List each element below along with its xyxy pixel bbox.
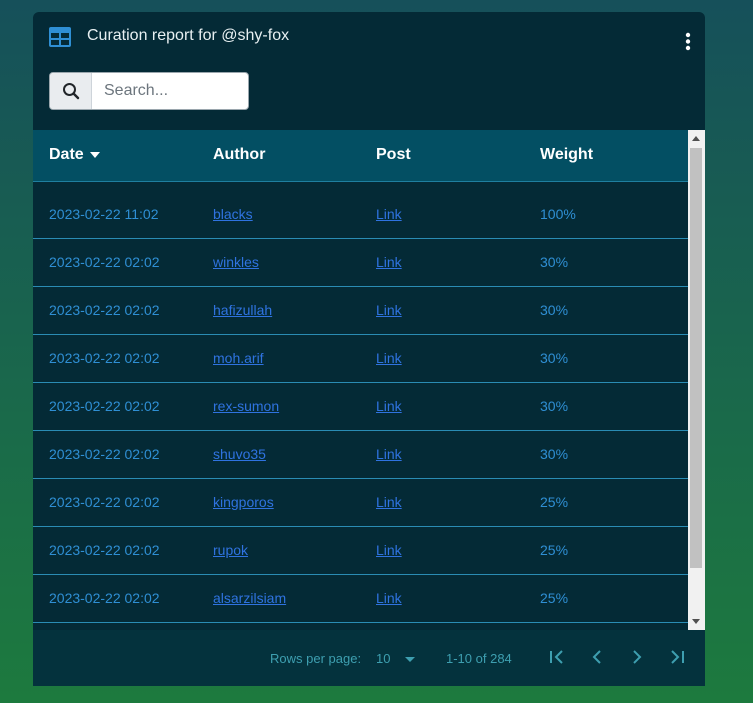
date-cell: 2023-02-22 02:02 (49, 398, 160, 414)
rows-per-page-label: Rows per page: (270, 651, 362, 666)
search-button[interactable] (50, 73, 92, 109)
post-link[interactable]: Link (376, 542, 402, 558)
table-row: 2023-02-22 02:02 hafizullah Link 30% (33, 287, 688, 335)
weight-cell: 25% (540, 494, 569, 510)
pagination-footer: Rows per page: 10 1-10 of 284 (33, 630, 705, 686)
post-link[interactable]: Link (376, 494, 402, 510)
author-link[interactable]: rupok (213, 542, 248, 558)
weight-cell: 30% (540, 350, 569, 366)
weight-cell: 100% (540, 206, 576, 222)
date-cell: 2023-02-22 02:02 (49, 350, 160, 366)
scroll-down-arrow-icon[interactable] (692, 619, 700, 624)
card-header: Curation report for @shy-fox (33, 12, 705, 130)
post-link[interactable]: Link (376, 350, 402, 366)
date-cell: 2023-02-22 02:02 (49, 494, 160, 510)
first-page-icon[interactable] (546, 646, 568, 668)
search-input[interactable] (92, 73, 242, 109)
column-header-label: Date (49, 146, 84, 163)
page-title: Curation report for @shy-fox (87, 27, 290, 44)
author-link[interactable]: hafizullah (213, 302, 272, 318)
curation-table: Date Author Post Weight 2023-02-22 11:02… (33, 130, 688, 630)
weight-cell: 30% (540, 254, 569, 270)
post-link[interactable]: Link (376, 398, 402, 414)
table-row: 2023-02-22 02:02 alsarzilsiam Link 25% (33, 575, 688, 623)
weight-cell: 25% (540, 542, 569, 558)
post-link[interactable]: Link (376, 590, 402, 606)
more-vertical-icon[interactable] (681, 30, 695, 54)
weight-cell: 30% (540, 302, 569, 318)
table-row: 2023-02-22 11:02 blacks Link 100% (33, 191, 688, 239)
last-page-icon[interactable] (666, 646, 688, 668)
curation-report-card: Curation report for @shy-fox Date Author… (33, 12, 705, 686)
chevron-down-icon (405, 657, 415, 662)
table-row: 2023-02-22 02:02 shuvo35 Link 30% (33, 431, 688, 479)
date-cell: 2023-02-22 02:02 (49, 302, 160, 318)
column-header-author[interactable]: Author (213, 146, 265, 164)
sort-descending-icon (89, 151, 100, 158)
table-row: 2023-02-22 02:02 kingporos Link 25% (33, 479, 688, 527)
author-link[interactable]: shuvo35 (213, 446, 266, 462)
scrollbar-thumb[interactable] (690, 148, 702, 568)
column-header-date[interactable]: Date (49, 146, 100, 164)
author-link[interactable]: moh.arif (213, 350, 264, 366)
column-header-post[interactable]: Post (376, 146, 411, 164)
column-header-weight[interactable]: Weight (540, 146, 593, 164)
weight-cell: 30% (540, 446, 569, 462)
date-cell: 2023-02-22 02:02 (49, 590, 160, 606)
pagination-range: 1-10 of 284 (446, 651, 512, 666)
author-link[interactable]: alsarzilsiam (213, 590, 286, 606)
post-link[interactable]: Link (376, 254, 402, 270)
next-page-icon[interactable] (626, 646, 648, 668)
table-row: 2023-02-22 02:02 winkles Link 30% (33, 239, 688, 287)
search-box (49, 72, 249, 110)
previous-page-icon[interactable] (586, 646, 608, 668)
post-link[interactable]: Link (376, 206, 402, 222)
table-row: 2023-02-22 02:02 rupok Link 25% (33, 527, 688, 575)
post-link[interactable]: Link (376, 446, 402, 462)
author-link[interactable]: blacks (213, 206, 253, 222)
table-icon (49, 27, 71, 47)
table-row: 2023-02-22 02:02 rex-sumon Link 30% (33, 383, 688, 431)
rows-per-page-select[interactable]: 10 (376, 649, 421, 669)
date-cell: 2023-02-22 02:02 (49, 446, 160, 462)
post-link[interactable]: Link (376, 302, 402, 318)
search-icon (62, 83, 79, 100)
table-scrollbar[interactable] (688, 130, 705, 630)
date-cell: 2023-02-22 02:02 (49, 254, 160, 270)
table-row: 2023-02-22 02:02 moh.arif Link 30% (33, 335, 688, 383)
author-link[interactable]: winkles (213, 254, 259, 270)
date-cell: 2023-02-22 02:02 (49, 542, 160, 558)
date-cell: 2023-02-22 11:02 (49, 206, 159, 222)
weight-cell: 30% (540, 398, 569, 414)
author-link[interactable]: rex-sumon (213, 398, 279, 414)
rows-per-page-value: 10 (376, 651, 391, 666)
table-header-row: Date Author Post Weight (33, 130, 688, 182)
author-link[interactable]: kingporos (213, 494, 274, 510)
weight-cell: 25% (540, 590, 569, 606)
scroll-up-arrow-icon[interactable] (692, 136, 700, 141)
